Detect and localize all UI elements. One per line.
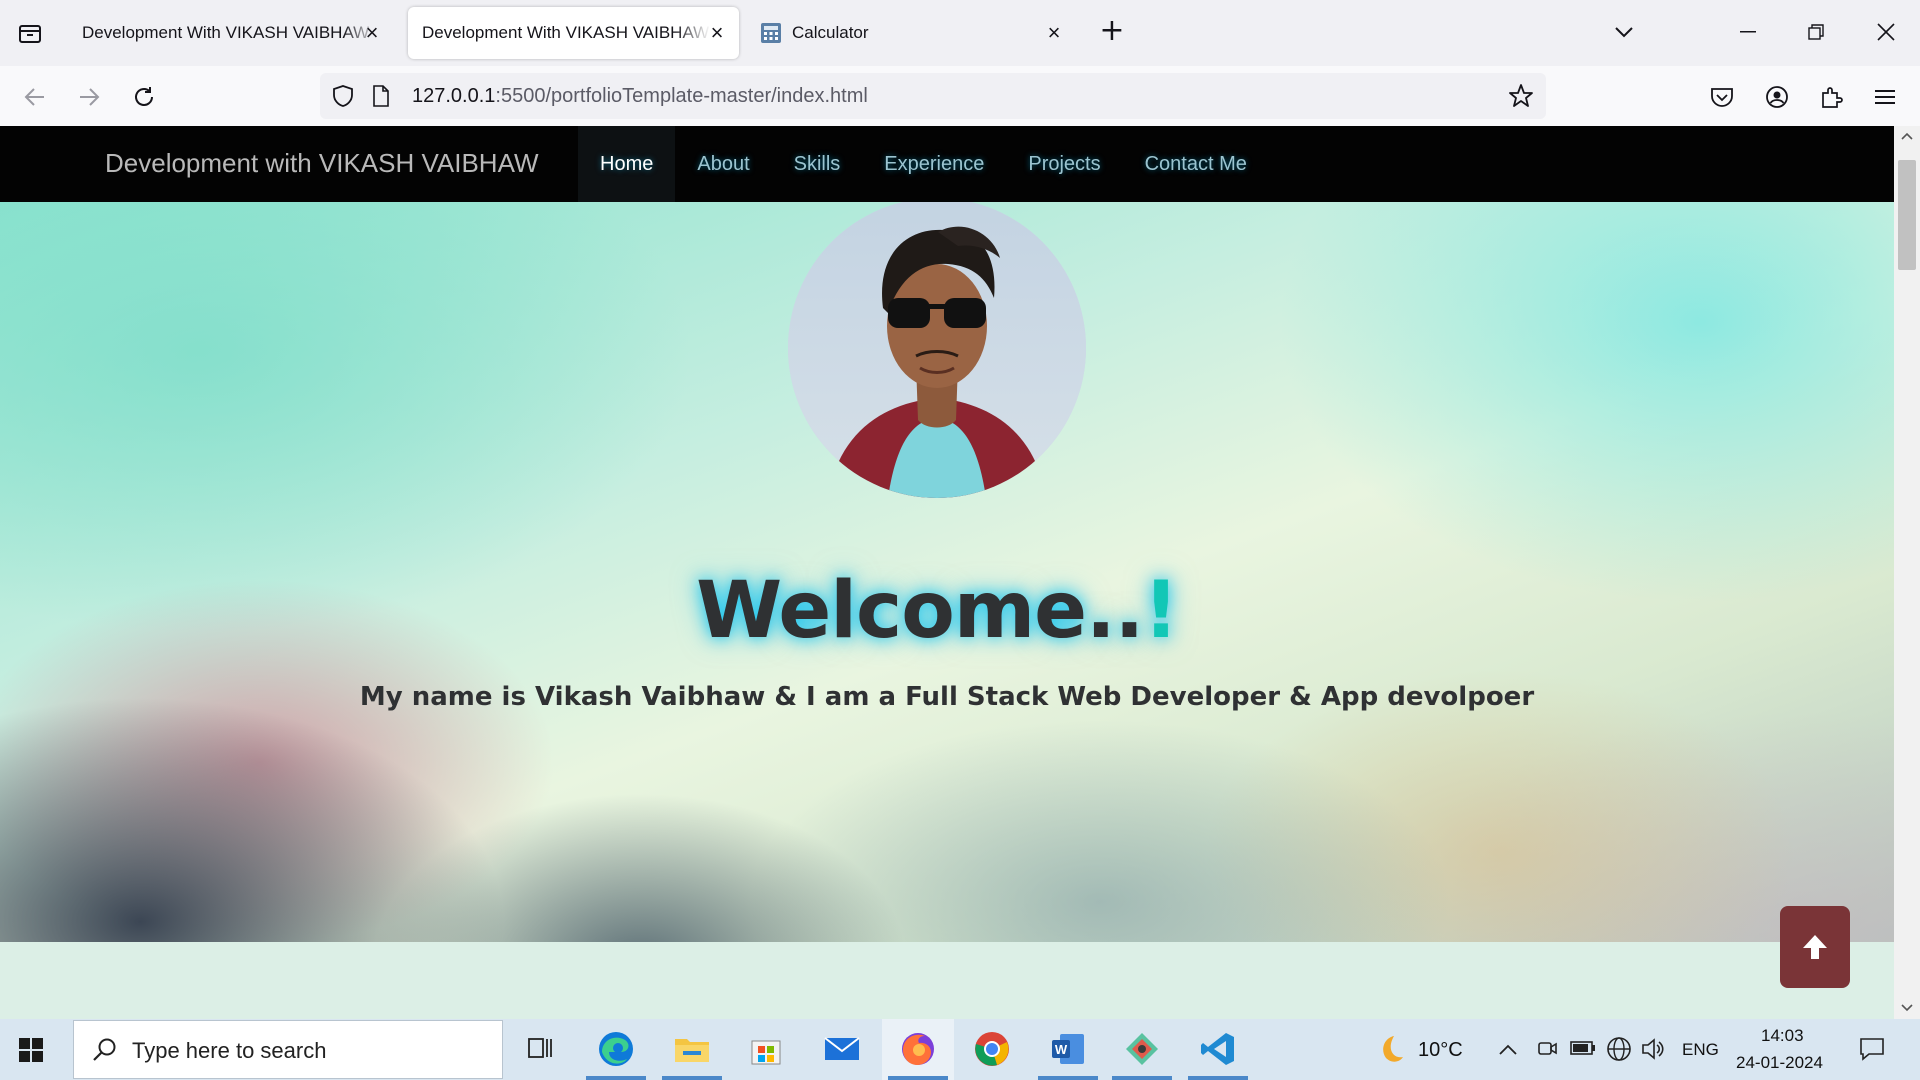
battery-icon[interactable] — [1570, 1039, 1596, 1061]
word-icon[interactable]: W — [1046, 1027, 1090, 1071]
tab-title: Calculator — [792, 23, 869, 42]
volume-icon[interactable] — [1640, 1036, 1666, 1066]
nav-about[interactable]: About — [675, 126, 771, 202]
weather-moon-icon[interactable] — [1372, 1032, 1406, 1070]
scroll-down-arrow-icon[interactable] — [1901, 1004, 1913, 1012]
next-section — [0, 942, 1894, 1019]
calculator-icon — [761, 23, 781, 43]
svg-text:W: W — [1055, 1042, 1068, 1057]
url-host: 127.0.0.1 — [412, 85, 496, 107]
site-brand[interactable]: Development with VIKASH VAIBHAW — [105, 148, 538, 179]
taskbar-search-box[interactable]: Type here to search — [73, 1020, 503, 1079]
tab-title: Development With VIKASH VAIBHAW — [422, 23, 710, 42]
minimize-icon[interactable] — [1728, 14, 1768, 50]
clock-date[interactable]: 24-01-2024 — [1736, 1053, 1823, 1073]
new-tab-button[interactable]: + — [1096, 16, 1128, 48]
browser-tab-3[interactable]: Calculator × — [746, 7, 1076, 59]
firefox-icon[interactable] — [896, 1027, 940, 1071]
nav-home[interactable]: Home — [578, 126, 676, 202]
chrome-icon[interactable] — [970, 1027, 1014, 1071]
close-tab-icon[interactable]: × — [1042, 20, 1066, 45]
app-menu-icon[interactable] — [1868, 80, 1902, 114]
search-placeholder: Type here to search — [132, 1038, 327, 1063]
restore-icon[interactable] — [1796, 14, 1836, 50]
windows-taskbar: Type here to search W 10°C ENG 14:03 24-… — [0, 1019, 1920, 1080]
reload-icon[interactable] — [127, 80, 161, 114]
tab-list-icon[interactable] — [14, 18, 46, 48]
scrollbar-thumb[interactable] — [1898, 160, 1916, 270]
close-tab-icon[interactable]: × — [705, 20, 729, 45]
back-icon[interactable] — [18, 80, 52, 114]
tracking-shield-icon[interactable] — [332, 84, 354, 112]
nav-projects[interactable]: Projects — [1006, 126, 1122, 202]
notifications-icon[interactable] — [1858, 1035, 1886, 1067]
clock-time[interactable]: 14:03 — [1761, 1026, 1804, 1046]
pocket-icon[interactable] — [1705, 80, 1739, 114]
page-scrollbar[interactable] — [1894, 126, 1920, 1019]
weather-temperature[interactable]: 10°C — [1418, 1039, 1463, 1062]
site-navbar: Development with VIKASH VAIBHAW Home Abo… — [0, 126, 1894, 202]
meet-now-icon[interactable] — [1536, 1037, 1558, 1063]
profile-photo — [788, 202, 1086, 498]
mail-icon[interactable] — [820, 1027, 864, 1071]
microsoft-store-icon[interactable] — [744, 1027, 788, 1071]
welcome-heading: Welcome..! — [0, 566, 1874, 656]
snipping-running-indicator — [1112, 1076, 1172, 1080]
vscode-icon[interactable] — [1196, 1027, 1240, 1071]
hero-tagline: My name is Vikash Vaibhaw & I am a Full … — [359, 682, 1535, 712]
welcome-text: Welcome.. — [696, 566, 1144, 656]
forward-icon[interactable] — [72, 80, 106, 114]
file-explorer-icon[interactable] — [670, 1027, 714, 1071]
edge-browser-icon[interactable] — [594, 1027, 638, 1071]
nav-experience[interactable]: Experience — [862, 126, 1006, 202]
firefox-running-indicator — [888, 1076, 948, 1080]
url-bar[interactable]: 127.0.0.1:5500/portfolioTemplate-master/… — [320, 73, 1546, 119]
snipping-tool-icon[interactable] — [1120, 1027, 1164, 1071]
network-globe-icon[interactable] — [1606, 1036, 1632, 1066]
extensions-icon[interactable] — [1814, 80, 1848, 114]
browser-tab-1[interactable]: Development With VIKASH VAIBHAW × — [68, 7, 394, 59]
browser-tab-2[interactable]: Development With VIKASH VAIBHAW × — [408, 7, 739, 59]
search-icon — [93, 1038, 116, 1061]
vscode-running-indicator — [1188, 1076, 1248, 1080]
scroll-to-top-button[interactable] — [1780, 906, 1850, 988]
site-menu: Home About Skills Experience Projects Co… — [578, 126, 1269, 202]
hero-section: Welcome..! My name is Vikash Vaibhaw & I… — [0, 202, 1894, 942]
nav-skills[interactable]: Skills — [772, 126, 863, 202]
welcome-exclamation: ! — [1143, 566, 1179, 656]
close-window-icon[interactable] — [1866, 14, 1906, 50]
page-viewport: Development with VIKASH VAIBHAW Home Abo… — [0, 126, 1894, 1019]
browser-toolbar: 127.0.0.1:5500/portfolioTemplate-master/… — [0, 66, 1920, 126]
bookmark-star-icon[interactable] — [1508, 83, 1534, 113]
url-path: :5500/portfolioTemplate-master/index.htm… — [495, 85, 868, 107]
tab-title: Development With VIKASH VAIBHAW — [82, 23, 370, 42]
url-text: 127.0.0.1:5500/portfolioTemplate-master/… — [412, 85, 868, 108]
show-hidden-icons-chevron-icon[interactable] — [1498, 1041, 1518, 1060]
page-info-icon[interactable] — [372, 85, 390, 111]
edge-running-indicator — [586, 1076, 646, 1080]
account-icon[interactable] — [1760, 80, 1794, 114]
tab-overflow-chevron-icon[interactable] — [1604, 14, 1644, 50]
arrow-up-icon — [1803, 935, 1827, 959]
task-view-icon[interactable] — [518, 1027, 562, 1071]
input-language[interactable]: ENG — [1682, 1040, 1719, 1060]
explorer-running-indicator — [662, 1076, 722, 1080]
word-running-indicator — [1038, 1076, 1098, 1080]
windows-start-icon[interactable] — [16, 1035, 56, 1065]
browser-tab-strip: Development With VIKASH VAIBHAW × Develo… — [0, 0, 1920, 66]
close-tab-icon[interactable]: × — [360, 20, 384, 45]
nav-contact[interactable]: Contact Me — [1123, 126, 1269, 202]
scroll-up-arrow-icon[interactable] — [1901, 132, 1913, 140]
